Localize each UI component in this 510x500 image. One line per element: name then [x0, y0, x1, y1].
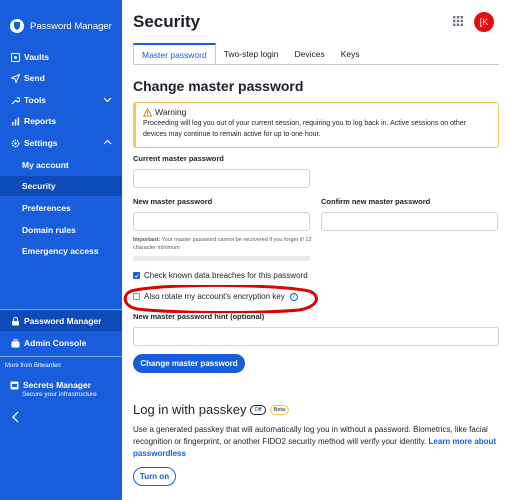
nav-settings[interactable]: Settings	[0, 133, 122, 153]
nav-label: Domain rules	[22, 225, 76, 235]
more-from-label: More from Bitwarden	[5, 363, 61, 369]
nav-label: Admin Console	[24, 338, 87, 348]
wrench-icon	[10, 95, 20, 105]
security-tabs: Master password Two-step login Devices K…	[133, 43, 368, 65]
red-annotation-circle	[123, 285, 318, 313]
current-password-input[interactable]	[133, 169, 310, 188]
briefcase-icon	[10, 338, 20, 348]
nav-label: Tools	[24, 95, 47, 105]
nav-label: Settings	[24, 138, 58, 148]
warning-title: Warning	[155, 107, 187, 117]
sidebar-divider	[0, 356, 122, 357]
product-password-manager[interactable]: Password Manager	[0, 311, 122, 331]
nav-emergency-access[interactable]: Emergency access	[0, 241, 122, 261]
tabs-divider	[133, 64, 499, 65]
tab-devices[interactable]: Devices	[287, 43, 333, 65]
password-strength-meter	[133, 256, 310, 261]
passkey-heading: Log in with passkey	[133, 402, 247, 417]
change-password-heading: Change master password	[133, 78, 304, 94]
nav-label: Send	[24, 73, 45, 83]
lock-icon	[10, 316, 20, 326]
collapse-sidebar-icon[interactable]	[11, 411, 21, 423]
nav-label: My account	[22, 160, 69, 170]
nav-label: Security	[22, 181, 56, 191]
tab-keys[interactable]: Keys	[333, 43, 368, 65]
nav-label: Reports	[24, 116, 57, 126]
check-breach-label: Check known data breaches for this passw…	[144, 271, 308, 280]
warning-callout: Warning Proceeding will log you out of y…	[133, 102, 499, 148]
hint-body: Your master password cannot be recovered…	[133, 237, 312, 251]
brand-label: Password Manager	[30, 20, 112, 32]
nav-send[interactable]: Send	[0, 68, 122, 88]
nav-vaults[interactable]: Vaults	[0, 47, 122, 67]
nav-preferences[interactable]: Preferences	[0, 198, 122, 218]
nav-label: Password Manager	[24, 316, 102, 326]
passkey-heading-row: Log in with passkey Off Beta	[133, 402, 290, 417]
sidebar-divider	[0, 309, 122, 310]
hint-important: Important:	[133, 237, 161, 243]
nav-security[interactable]: Security	[0, 176, 122, 196]
avatar[interactable]: [K	[474, 12, 494, 32]
nav-label: Vaults	[24, 52, 50, 62]
passkey-beta-badge: Beta	[269, 404, 290, 415]
secrets-manager-link[interactable]: Secrets Manager	[10, 380, 91, 390]
password-hint-text: Important: Your master password cannot b…	[133, 236, 313, 252]
confirm-password-input[interactable]	[321, 212, 498, 231]
brand[interactable]: Password Manager	[10, 18, 112, 34]
check-breach-row[interactable]: Check known data breaches for this passw…	[133, 271, 308, 280]
nav-my-account[interactable]: My account	[0, 155, 122, 175]
product-switcher-icon[interactable]	[453, 16, 463, 26]
nav-label: Preferences	[22, 203, 71, 213]
nav-reports[interactable]: Reports	[0, 111, 122, 131]
new-password-label: New master password	[133, 197, 213, 206]
warning-icon	[143, 107, 152, 117]
nav-tools[interactable]: Tools	[0, 90, 122, 110]
tab-two-step-login[interactable]: Two-step login	[216, 43, 287, 65]
send-icon	[10, 73, 20, 83]
current-password-label: Current master password	[133, 154, 224, 163]
product-admin-console[interactable]: Admin Console	[0, 333, 122, 353]
gear-icon	[10, 138, 20, 148]
warning-body: Proceeding will log you out of your curr…	[143, 120, 466, 138]
sidebar: Password Manager Vaults Send Tools Repor…	[0, 0, 122, 500]
new-password-input[interactable]	[133, 212, 310, 231]
reports-icon	[10, 116, 20, 126]
chevron-up-icon[interactable]	[103, 138, 112, 147]
nav-label: Emergency access	[22, 246, 99, 256]
secrets-manager-icon	[10, 381, 19, 389]
passkey-off-badge: Off	[250, 404, 266, 415]
turn-on-passkey-button[interactable]: Turn on	[133, 467, 176, 486]
confirm-password-label: Confirm new master password	[321, 197, 431, 206]
chevron-down-icon[interactable]	[103, 95, 112, 104]
vault-icon	[10, 52, 20, 62]
passkey-description: Use a generated passkey that will automa…	[133, 424, 501, 460]
check-breach-checkbox[interactable]	[133, 272, 140, 279]
nav-domain-rules[interactable]: Domain rules	[0, 220, 122, 240]
page-title: Security	[133, 12, 201, 31]
password-hint-label: New master password hint (optional)	[133, 312, 265, 321]
password-hint-input[interactable]	[133, 327, 499, 346]
change-password-button[interactable]: Change master password	[133, 354, 245, 373]
tab-master-password[interactable]: Master password	[133, 43, 216, 65]
secrets-manager-title: Secrets Manager	[23, 380, 92, 390]
secrets-manager-subtitle: Secure your infrastructure	[22, 391, 97, 398]
bitwarden-shield-icon	[10, 19, 24, 33]
